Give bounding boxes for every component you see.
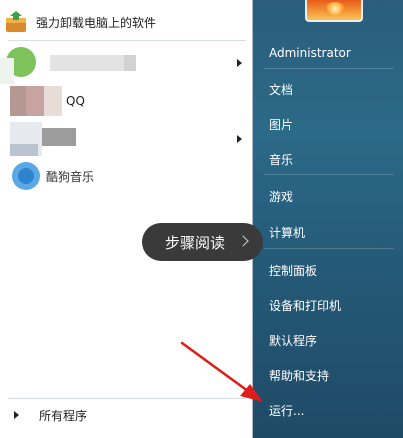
all-programs-button[interactable]: 所有程序	[0, 400, 253, 430]
user-name-link[interactable]: Administrator	[269, 46, 351, 60]
blur-patch	[0, 58, 14, 84]
start-menu-programs-pane: 强力卸载电脑上的软件 QQ 酷狗音乐 所有程序	[0, 0, 253, 438]
program-item-blurred-1[interactable]	[4, 45, 248, 81]
computer-link[interactable]: 计算机	[269, 224, 305, 241]
program-item-uninstaller[interactable]: 强力卸载电脑上的软件	[4, 8, 248, 36]
triangle-right-icon	[14, 411, 19, 419]
program-label: 酷狗音乐	[46, 169, 95, 184]
program-label: QQ	[66, 94, 85, 108]
all-programs-label: 所有程序	[39, 408, 88, 423]
separator	[8, 40, 246, 41]
devices-printers-link[interactable]: 设备和打印机	[269, 297, 341, 314]
separator	[8, 398, 246, 399]
run-link[interactable]: 运行...	[269, 402, 304, 419]
help-support-link[interactable]: 帮助和支持	[269, 367, 329, 384]
default-programs-link[interactable]: 默认程序	[269, 332, 317, 349]
submenu-arrow-icon	[237, 59, 242, 67]
steps-reading-label: 步骤阅读	[165, 233, 226, 252]
submenu-arrow-icon	[237, 135, 242, 143]
program-item-qq[interactable]: QQ	[4, 85, 248, 117]
qq-icon	[4, 86, 62, 116]
flower-user-picture	[325, 2, 345, 16]
separator	[264, 248, 394, 249]
kugou-music-icon	[4, 160, 42, 192]
blurred-app-icon	[4, 122, 76, 156]
pictures-link[interactable]: 图片	[269, 116, 293, 133]
uninstall-box-icon	[4, 10, 28, 34]
chevron-right-icon	[237, 235, 249, 247]
separator	[264, 174, 394, 175]
program-label: 强力卸载电脑上的软件	[36, 15, 157, 30]
program-item-blurred-2[interactable]	[4, 122, 248, 156]
games-link[interactable]: 游戏	[269, 188, 293, 205]
music-link[interactable]: 音乐	[269, 151, 293, 168]
documents-link[interactable]: 文档	[269, 81, 293, 98]
separator	[264, 68, 394, 69]
steps-reading-button[interactable]: 步骤阅读	[142, 223, 263, 261]
user-picture[interactable]	[305, 0, 363, 22]
program-item-kugou[interactable]: 酷狗音乐	[4, 160, 248, 192]
control-panel-link[interactable]: 控制面板	[269, 262, 317, 279]
